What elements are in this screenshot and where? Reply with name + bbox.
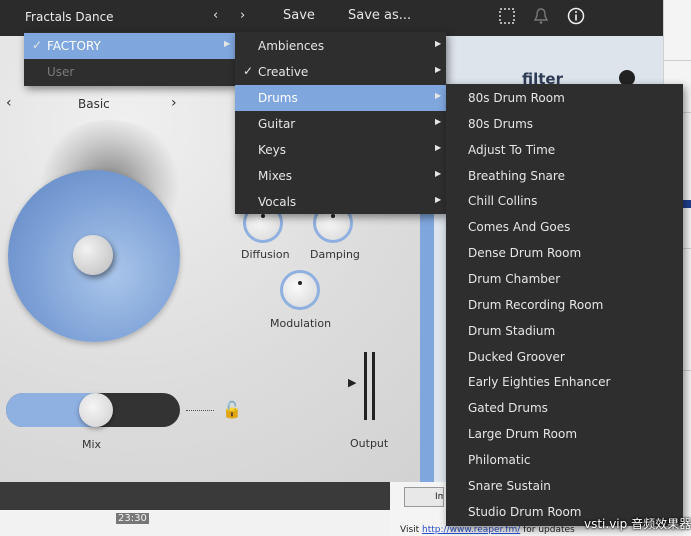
menu-item-keys[interactable]: Keys ▶ <box>235 137 446 163</box>
menu-item-factory[interactable]: ✓ FACTORY ▶ <box>24 33 236 59</box>
preset-list-item-label: Drum Recording Room <box>468 297 604 312</box>
fullscreen-icon[interactable] <box>498 7 518 27</box>
preset-list-item-label: 80s Drums <box>468 116 534 131</box>
preset-list-item[interactable]: Comes And Goes <box>446 214 683 240</box>
info-icon[interactable] <box>567 7 587 27</box>
preset-list-item-label: Studio Drum Room <box>468 504 582 519</box>
preset-list-item-label: Large Drum Room <box>468 427 578 442</box>
diffusion-label: Diffusion <box>241 248 290 261</box>
preset-list-item-label: Chill Collins <box>468 194 538 209</box>
preset-list-item[interactable]: Drum Stadium <box>446 318 683 344</box>
menu-item-drums[interactable]: Drums ▶ <box>235 85 446 111</box>
preset-list-item-label: Philomatic <box>468 452 531 467</box>
menu-item-ambiences[interactable]: Ambiences ▶ <box>235 33 446 59</box>
preset-list-item[interactable]: Dense Drum Room <box>446 240 683 266</box>
reaper-link[interactable]: http://www.reaper.fm/ <box>422 525 520 535</box>
mode-next-button[interactable]: › <box>171 95 177 111</box>
preset-list-item[interactable]: Philomatic <box>446 447 683 473</box>
preset-list-item-label: Gated Drums <box>468 401 548 416</box>
save-button[interactable]: Save <box>283 8 315 23</box>
output-meter-left <box>364 352 367 420</box>
category-menu: Ambiences ▶ ✓ Creative ▶ Drums ▶ Guitar ▶ Ke… <box>235 32 446 214</box>
preset-list-item[interactable]: Adjust To Time <box>446 137 683 163</box>
preset-list-item-label: Adjust To Time <box>468 142 556 157</box>
preset-list-item-label: Comes And Goes <box>468 220 571 235</box>
preset-list-item[interactable]: Breathing Snare <box>446 163 683 189</box>
host-track-area <box>0 482 390 536</box>
menu-item-guitar[interactable]: Guitar ▶ <box>235 111 446 137</box>
size-knob[interactable] <box>8 170 180 342</box>
preset-list-item[interactable]: Gated Drums <box>446 395 683 421</box>
preset-list-item[interactable]: 80s Drums <box>446 111 683 137</box>
preset-list-item-label: Breathing Snare <box>468 168 565 183</box>
output-label: Output <box>350 437 389 450</box>
menu-item-user[interactable]: User <box>24 59 236 85</box>
preset-list-item[interactable]: Early Eighties Enhancer <box>446 369 683 395</box>
preset-list-item[interactable]: Large Drum Room <box>446 421 683 447</box>
preset-list-item-label: Early Eighties Enhancer <box>468 375 611 390</box>
menu-item-vocals[interactable]: Vocals ▶ <box>235 189 446 215</box>
mix-label: Mix <box>82 438 102 451</box>
bell-icon[interactable] <box>532 7 552 27</box>
preset-list-item[interactable]: Snare Sustain <box>446 473 683 499</box>
preset-list-menu: 80s Drum Room 80s Drums Adjust To Time Brea… <box>446 84 683 526</box>
link-line <box>186 410 214 411</box>
knob-hub <box>73 235 113 275</box>
mode-label: Basic <box>78 97 110 111</box>
preset-list-item[interactable]: 80s Drum Room <box>446 85 683 111</box>
output-meter-right <box>372 352 375 420</box>
preset-bank-menu: ✓ FACTORY ▶ User <box>24 32 236 86</box>
preset-list-item-label: Drum Chamber <box>468 271 561 286</box>
preset-name[interactable]: Fractals Dance <box>25 10 114 24</box>
play-icon[interactable]: ▶ <box>348 376 356 389</box>
damping-label: Damping <box>310 248 360 261</box>
visit-text: Visit http://www.reaper.fm/ for updates <box>400 525 575 535</box>
mode-prev-button[interactable]: ‹ <box>6 95 12 111</box>
unlock-icon[interactable]: 🔓 <box>222 400 242 419</box>
preset-list-item[interactable]: Drum Chamber <box>446 266 683 292</box>
preset-list-item-label: 80s Drum Room <box>468 91 565 105</box>
host-divider <box>664 60 691 61</box>
watermark: vsti.vip 音频效果器 <box>584 517 691 531</box>
timecode: 23:30 <box>116 513 149 524</box>
host-button[interactable]: Im <box>404 487 444 507</box>
preset-list-item[interactable]: Chill Collins <box>446 188 683 214</box>
menu-item-mixes[interactable]: Mixes ▶ <box>235 163 446 189</box>
preset-list-item-label: Snare Sustain <box>468 478 551 493</box>
mix-slider-thumb[interactable] <box>79 393 113 427</box>
save-as-button[interactable]: Save as... <box>348 8 411 23</box>
preset-list-item-label: Ducked Groover <box>468 349 565 364</box>
modulation-label: Modulation <box>270 317 332 330</box>
modulation-knob[interactable] <box>280 270 320 310</box>
next-preset-button[interactable]: › <box>240 8 245 23</box>
preset-list-item-label: Drum Stadium <box>468 323 556 338</box>
top-bar: Fractals Dance ‹ › Save Save as... <box>0 0 663 36</box>
preset-list-item-label: Dense Drum Room <box>468 246 582 261</box>
prev-preset-button[interactable]: ‹ <box>213 8 218 23</box>
preset-list-item[interactable]: Ducked Groover <box>446 344 683 370</box>
menu-item-creative[interactable]: ✓ Creative ▶ <box>235 59 446 85</box>
preset-list-item[interactable]: Drum Recording Room <box>446 292 683 318</box>
